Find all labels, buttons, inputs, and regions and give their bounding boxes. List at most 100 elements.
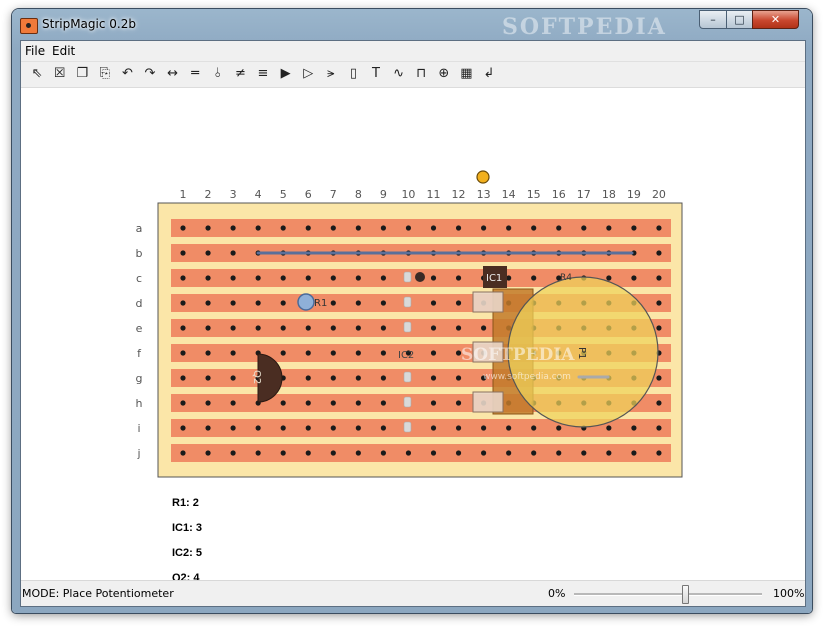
hole bbox=[255, 225, 261, 231]
link-tool-icon[interactable]: ∿ bbox=[389, 64, 409, 84]
hole bbox=[205, 325, 211, 331]
hole bbox=[355, 425, 361, 431]
hole bbox=[230, 325, 236, 331]
hole bbox=[205, 300, 211, 306]
hole bbox=[330, 275, 336, 281]
hole bbox=[380, 275, 386, 281]
hole bbox=[606, 425, 612, 431]
r1-body bbox=[297, 293, 315, 311]
hole bbox=[180, 325, 186, 331]
hole bbox=[455, 425, 462, 431]
hole bbox=[380, 425, 386, 431]
transistor-tool-icon[interactable]: ⪫ bbox=[321, 64, 341, 84]
column-label: 10 bbox=[401, 188, 415, 201]
hole bbox=[606, 275, 612, 281]
hole bbox=[455, 300, 462, 306]
copy-icon[interactable]: ❐ bbox=[72, 64, 92, 84]
potentiometer-tool-icon[interactable]: ⊕ bbox=[434, 64, 454, 84]
pot-pin-1 bbox=[472, 291, 504, 313]
hole bbox=[280, 275, 286, 281]
hole bbox=[255, 325, 261, 331]
hole bbox=[355, 400, 361, 406]
menu-edit[interactable]: Edit bbox=[52, 44, 75, 58]
minimize-button[interactable]: – bbox=[699, 10, 727, 29]
column-label: 3 bbox=[230, 188, 237, 201]
undo-icon[interactable]: ↶ bbox=[117, 64, 137, 84]
hole bbox=[230, 250, 236, 256]
title-bar[interactable]: StripMagic 0.2b SOFTPEDIA – □ ✕ bbox=[12, 9, 812, 41]
hole bbox=[180, 225, 186, 231]
hole bbox=[180, 250, 186, 256]
hole bbox=[230, 400, 236, 406]
zoom-max-label: 100% bbox=[773, 587, 805, 600]
hole bbox=[180, 400, 186, 406]
hole bbox=[230, 350, 236, 356]
hole bbox=[280, 325, 286, 331]
hole bbox=[205, 425, 211, 431]
hole bbox=[481, 425, 487, 431]
r4-label: R4 bbox=[560, 273, 572, 283]
hole bbox=[355, 450, 361, 456]
hole bbox=[180, 425, 186, 431]
paste-icon[interactable]: ⎘ bbox=[95, 64, 115, 84]
resistor-tool-icon[interactable]: ═ bbox=[185, 64, 205, 84]
stripboard-svg[interactable]: 1 2 3 4 5 6 7 8 9 10 11 12 13 14 15 16 17 18 19 20 abcdefgh… bbox=[21, 88, 805, 580]
column-label: 8 bbox=[355, 188, 362, 201]
hole bbox=[481, 450, 487, 456]
led-tool-icon[interactable]: ▷ bbox=[298, 64, 318, 84]
row-labels: abcdefghij bbox=[136, 222, 143, 460]
trash-icon[interactable]: ☒ bbox=[50, 64, 70, 84]
redo-icon[interactable]: ↷ bbox=[140, 64, 160, 84]
select-arrow-icon[interactable]: ⇖ bbox=[27, 64, 47, 84]
close-button[interactable]: ✕ bbox=[752, 10, 799, 29]
column-label: 9 bbox=[380, 188, 387, 201]
hole bbox=[280, 400, 286, 406]
hole bbox=[230, 300, 236, 306]
hole bbox=[305, 325, 311, 331]
hole bbox=[656, 325, 662, 331]
hole bbox=[430, 275, 437, 281]
probe-icon[interactable]: ↲ bbox=[479, 64, 499, 84]
hole bbox=[230, 375, 236, 381]
hole bbox=[455, 375, 462, 381]
hole bbox=[631, 425, 637, 431]
hole bbox=[230, 450, 236, 456]
hole bbox=[380, 450, 386, 456]
diode-tool-icon[interactable]: ▶ bbox=[276, 64, 296, 84]
hole bbox=[506, 450, 512, 456]
wire-tool-icon[interactable]: ↔ bbox=[163, 64, 183, 84]
row-label: g bbox=[136, 372, 143, 385]
electrolytic-cap-tool-icon[interactable]: ≡ bbox=[253, 64, 273, 84]
hole bbox=[430, 325, 437, 331]
yellow-marker bbox=[476, 170, 490, 184]
copper-strip bbox=[171, 444, 671, 462]
hole bbox=[230, 225, 236, 231]
hole bbox=[631, 275, 637, 281]
row-label: b bbox=[136, 247, 143, 260]
hole bbox=[330, 450, 336, 456]
column-label: 7 bbox=[330, 188, 337, 201]
hole bbox=[205, 450, 211, 456]
connector-tool-icon[interactable]: ⊓ bbox=[411, 64, 431, 84]
grid-icon[interactable]: ▦ bbox=[456, 64, 476, 84]
hole bbox=[355, 350, 361, 356]
mode-status: MODE: Place Potentiometer bbox=[22, 587, 174, 600]
track-cut-tool-icon[interactable]: T bbox=[366, 64, 386, 84]
capacitor-tool-icon[interactable]: ≠ bbox=[230, 64, 250, 84]
hole bbox=[430, 350, 437, 356]
zoom-slider-thumb[interactable] bbox=[681, 585, 689, 604]
stripboard-canvas[interactable]: 1 2 3 4 5 6 7 8 9 10 11 12 13 14 15 16 17 18 19 20 abcdefgh… bbox=[21, 88, 805, 584]
app-window: StripMagic 0.2b SOFTPEDIA – □ ✕ File Edi… bbox=[12, 9, 812, 613]
ic-tool-icon[interactable]: ▯ bbox=[343, 64, 363, 84]
hole bbox=[180, 450, 186, 456]
row-label: h bbox=[136, 397, 143, 410]
app-icon[interactable] bbox=[20, 18, 38, 34]
hole bbox=[205, 400, 211, 406]
hole bbox=[531, 450, 537, 456]
menu-file[interactable]: File bbox=[25, 44, 45, 58]
track-cut-c11 bbox=[415, 272, 425, 282]
hole bbox=[531, 225, 537, 231]
diode-vertical-tool-icon[interactable]: ⫰ bbox=[208, 64, 228, 84]
zoom-slider-track[interactable] bbox=[574, 593, 762, 596]
maximize-button[interactable]: □ bbox=[726, 10, 753, 29]
